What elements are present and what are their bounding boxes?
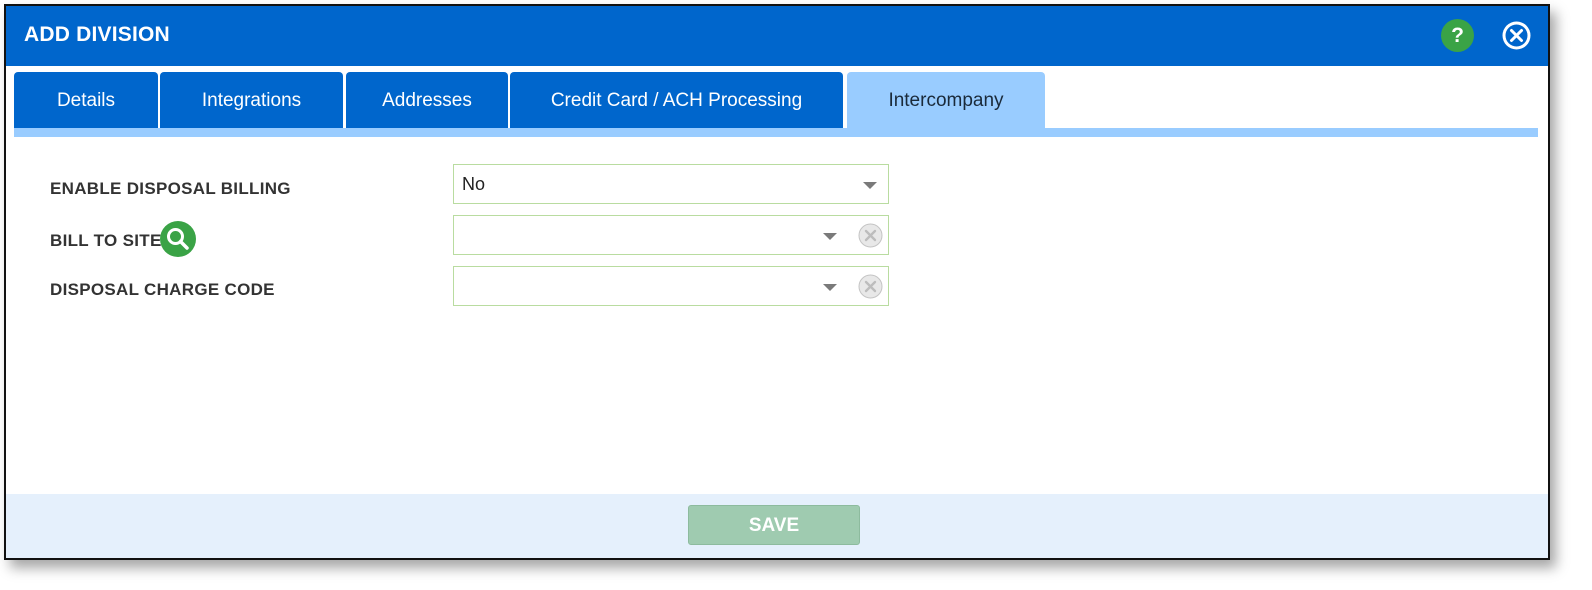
enable-disposal-billing-select[interactable]: No <box>453 164 889 204</box>
tab-credit-card-ach[interactable]: Credit Card / ACH Processing <box>510 72 843 128</box>
enable-disposal-billing-value: No <box>462 174 486 194</box>
tab-underline <box>14 128 1538 137</box>
bill-to-site-search-button[interactable] <box>160 221 196 257</box>
dialog-title: ADD DIVISION <box>24 23 170 46</box>
tab-label: Addresses <box>382 90 472 111</box>
enable-disposal-billing-label: ENABLE DISPOSAL BILLING <box>50 179 291 198</box>
disposal-charge-code-label: DISPOSAL CHARGE CODE <box>50 280 275 299</box>
close-button[interactable] <box>1500 19 1533 52</box>
bill-to-site-label: BILL TO SITE <box>50 231 162 250</box>
tab-integrations[interactable]: Integrations <box>160 72 343 128</box>
tab-label: Details <box>56 90 116 111</box>
tab-addresses[interactable]: Addresses <box>346 72 508 128</box>
search-icon <box>167 228 189 250</box>
save-button[interactable]: SAVE <box>688 505 860 545</box>
help-icon: ? <box>1451 24 1464 47</box>
bill-to-site-select[interactable] <box>453 215 889 255</box>
add-division-dialog: ADD DIVISION ? Details Integrations Addr… <box>4 4 1550 560</box>
dialog-footer: SAVE <box>6 494 1548 558</box>
clear-icon[interactable] <box>858 274 883 299</box>
help-button[interactable]: ? <box>1441 19 1474 52</box>
dialog-titlebar: ADD DIVISION ? <box>6 6 1548 66</box>
disposal-charge-code-select[interactable] <box>453 266 889 306</box>
tab-label: Integrations <box>201 90 302 111</box>
chevron-down-icon <box>823 284 837 291</box>
tab-details[interactable]: Details <box>14 72 158 128</box>
chevron-down-icon <box>823 233 837 240</box>
tab-intercompany[interactable]: Intercompany <box>847 72 1045 128</box>
chevron-down-icon <box>863 182 877 189</box>
clear-icon[interactable] <box>858 223 883 248</box>
close-icon <box>1502 21 1531 50</box>
tab-label: Intercompany <box>888 90 1004 111</box>
tab-label: Credit Card / ACH Processing <box>550 90 803 111</box>
tab-bar: Details Integrations Addresses Credit Ca… <box>14 72 1538 128</box>
